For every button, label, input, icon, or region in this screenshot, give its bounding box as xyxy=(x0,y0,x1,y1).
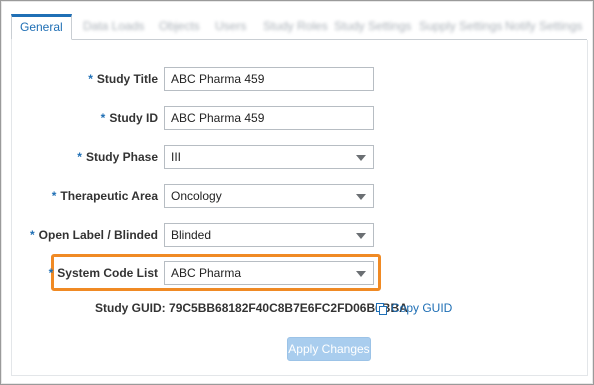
system-code-list-value: ABC Pharma xyxy=(171,266,242,280)
study-title-row: * Study Title ABC Pharma 459 xyxy=(0,67,594,91)
study-id-label: * Study ID xyxy=(100,111,158,125)
tab-data-loads[interactable]: Data Loads xyxy=(75,14,152,39)
apply-changes-button[interactable]: Apply Changes xyxy=(287,337,371,361)
open-label-blinded-row: * Open Label / Blinded Blinded xyxy=(0,223,594,247)
study-guid: Study GUID: 79C5BB68182F40C8B7E6FC2FD06B… xyxy=(95,300,408,316)
tab-study-settings[interactable]: Study Settings xyxy=(326,14,419,39)
system-code-list-select[interactable]: ABC Pharma xyxy=(164,261,374,285)
chevron-down-icon[interactable] xyxy=(356,194,366,200)
copy-guid-label: Copy GUID xyxy=(391,301,453,315)
study-title-input[interactable]: ABC Pharma 459 xyxy=(164,67,374,91)
tab-users[interactable]: Users xyxy=(207,14,254,39)
open-label-blinded-label: * Open Label / Blinded xyxy=(29,228,158,242)
chevron-down-icon[interactable] xyxy=(356,233,366,239)
study-phase-label: * Study Phase xyxy=(77,150,158,164)
study-guid-label: Study GUID: xyxy=(95,301,166,315)
therapeutic-area-select[interactable]: Oncology xyxy=(164,184,374,208)
study-phase-select[interactable]: III xyxy=(164,145,374,169)
study-phase-row: * Study Phase III xyxy=(0,145,594,169)
chevron-down-icon[interactable] xyxy=(356,155,366,161)
chevron-down-icon[interactable] xyxy=(356,271,366,277)
required-marker: * xyxy=(100,111,106,125)
tab-objects[interactable]: Objects xyxy=(151,14,208,39)
therapeutic-area-label: * Therapeutic Area xyxy=(51,189,158,203)
study-id-input[interactable]: ABC Pharma 459 xyxy=(164,106,374,130)
therapeutic-area-row: * Therapeutic Area Oncology xyxy=(0,184,594,208)
required-marker: * xyxy=(77,150,82,164)
required-marker: * xyxy=(29,228,35,242)
tab-notify-settings[interactable]: Notify Settings xyxy=(497,14,590,39)
copy-icon[interactable] xyxy=(376,303,387,315)
copy-guid-link[interactable]: Copy GUID xyxy=(376,300,452,316)
tab-study-roles[interactable]: Study Roles xyxy=(255,14,336,39)
study-phase-value: III xyxy=(171,150,182,164)
required-marker: * xyxy=(48,266,54,280)
tab-bar: General Data Loads Objects Users Study R… xyxy=(11,14,587,40)
study-id-row: * Study ID ABC Pharma 459 xyxy=(0,106,594,130)
required-marker: * xyxy=(88,72,93,86)
tab-general[interactable]: General xyxy=(11,14,72,40)
study-guid-value: 79C5BB68182F40C8B7E6FC2FD06B6BBA xyxy=(169,301,408,315)
therapeutic-area-value: Oncology xyxy=(171,189,222,203)
study-title-label: * Study Title xyxy=(88,72,158,86)
system-code-list-label: * System Code List xyxy=(48,266,158,280)
system-code-list-row: * System Code List ABC Pharma xyxy=(0,261,594,285)
open-label-blinded-value: Blinded xyxy=(171,228,212,242)
tab-supply-settings[interactable]: Supply Settings xyxy=(411,14,510,39)
open-label-blinded-select[interactable]: Blinded xyxy=(164,223,374,247)
required-marker: * xyxy=(51,189,57,203)
